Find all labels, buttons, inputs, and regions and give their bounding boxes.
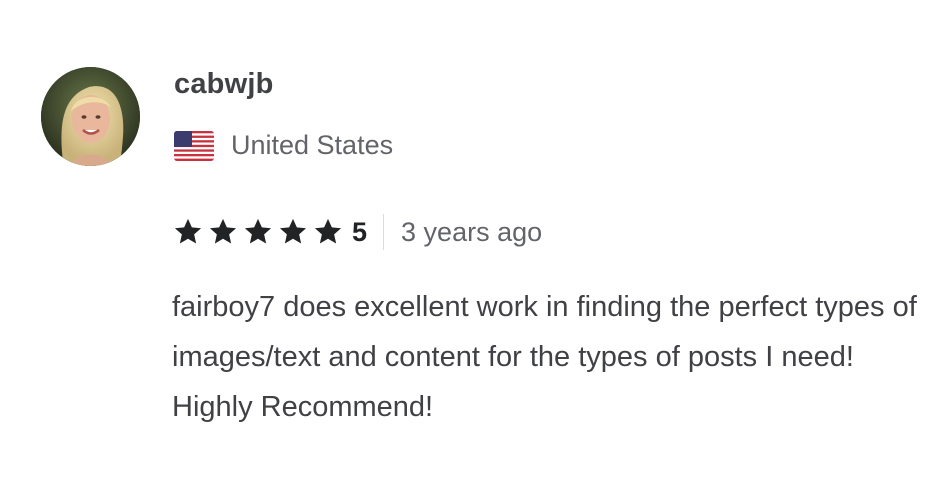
username: cabwjb bbox=[174, 68, 274, 100]
star-icon bbox=[312, 216, 344, 248]
review-text: fairboy7 does excellent work in finding … bbox=[172, 291, 917, 423]
star-icon bbox=[207, 216, 239, 248]
rating-value: 5 bbox=[352, 216, 368, 247]
star-rating bbox=[172, 216, 344, 248]
country-name: United States bbox=[231, 130, 394, 160]
us-flag-icon bbox=[174, 130, 214, 161]
review-time: 3 years ago bbox=[401, 216, 543, 247]
avatar bbox=[41, 67, 140, 166]
country-row: United States bbox=[174, 130, 393, 161]
star-icon bbox=[172, 216, 204, 248]
rating-row: 5 3 years ago bbox=[172, 212, 542, 252]
star-icon bbox=[242, 216, 274, 248]
divider bbox=[383, 214, 385, 250]
star-icon bbox=[277, 216, 309, 248]
